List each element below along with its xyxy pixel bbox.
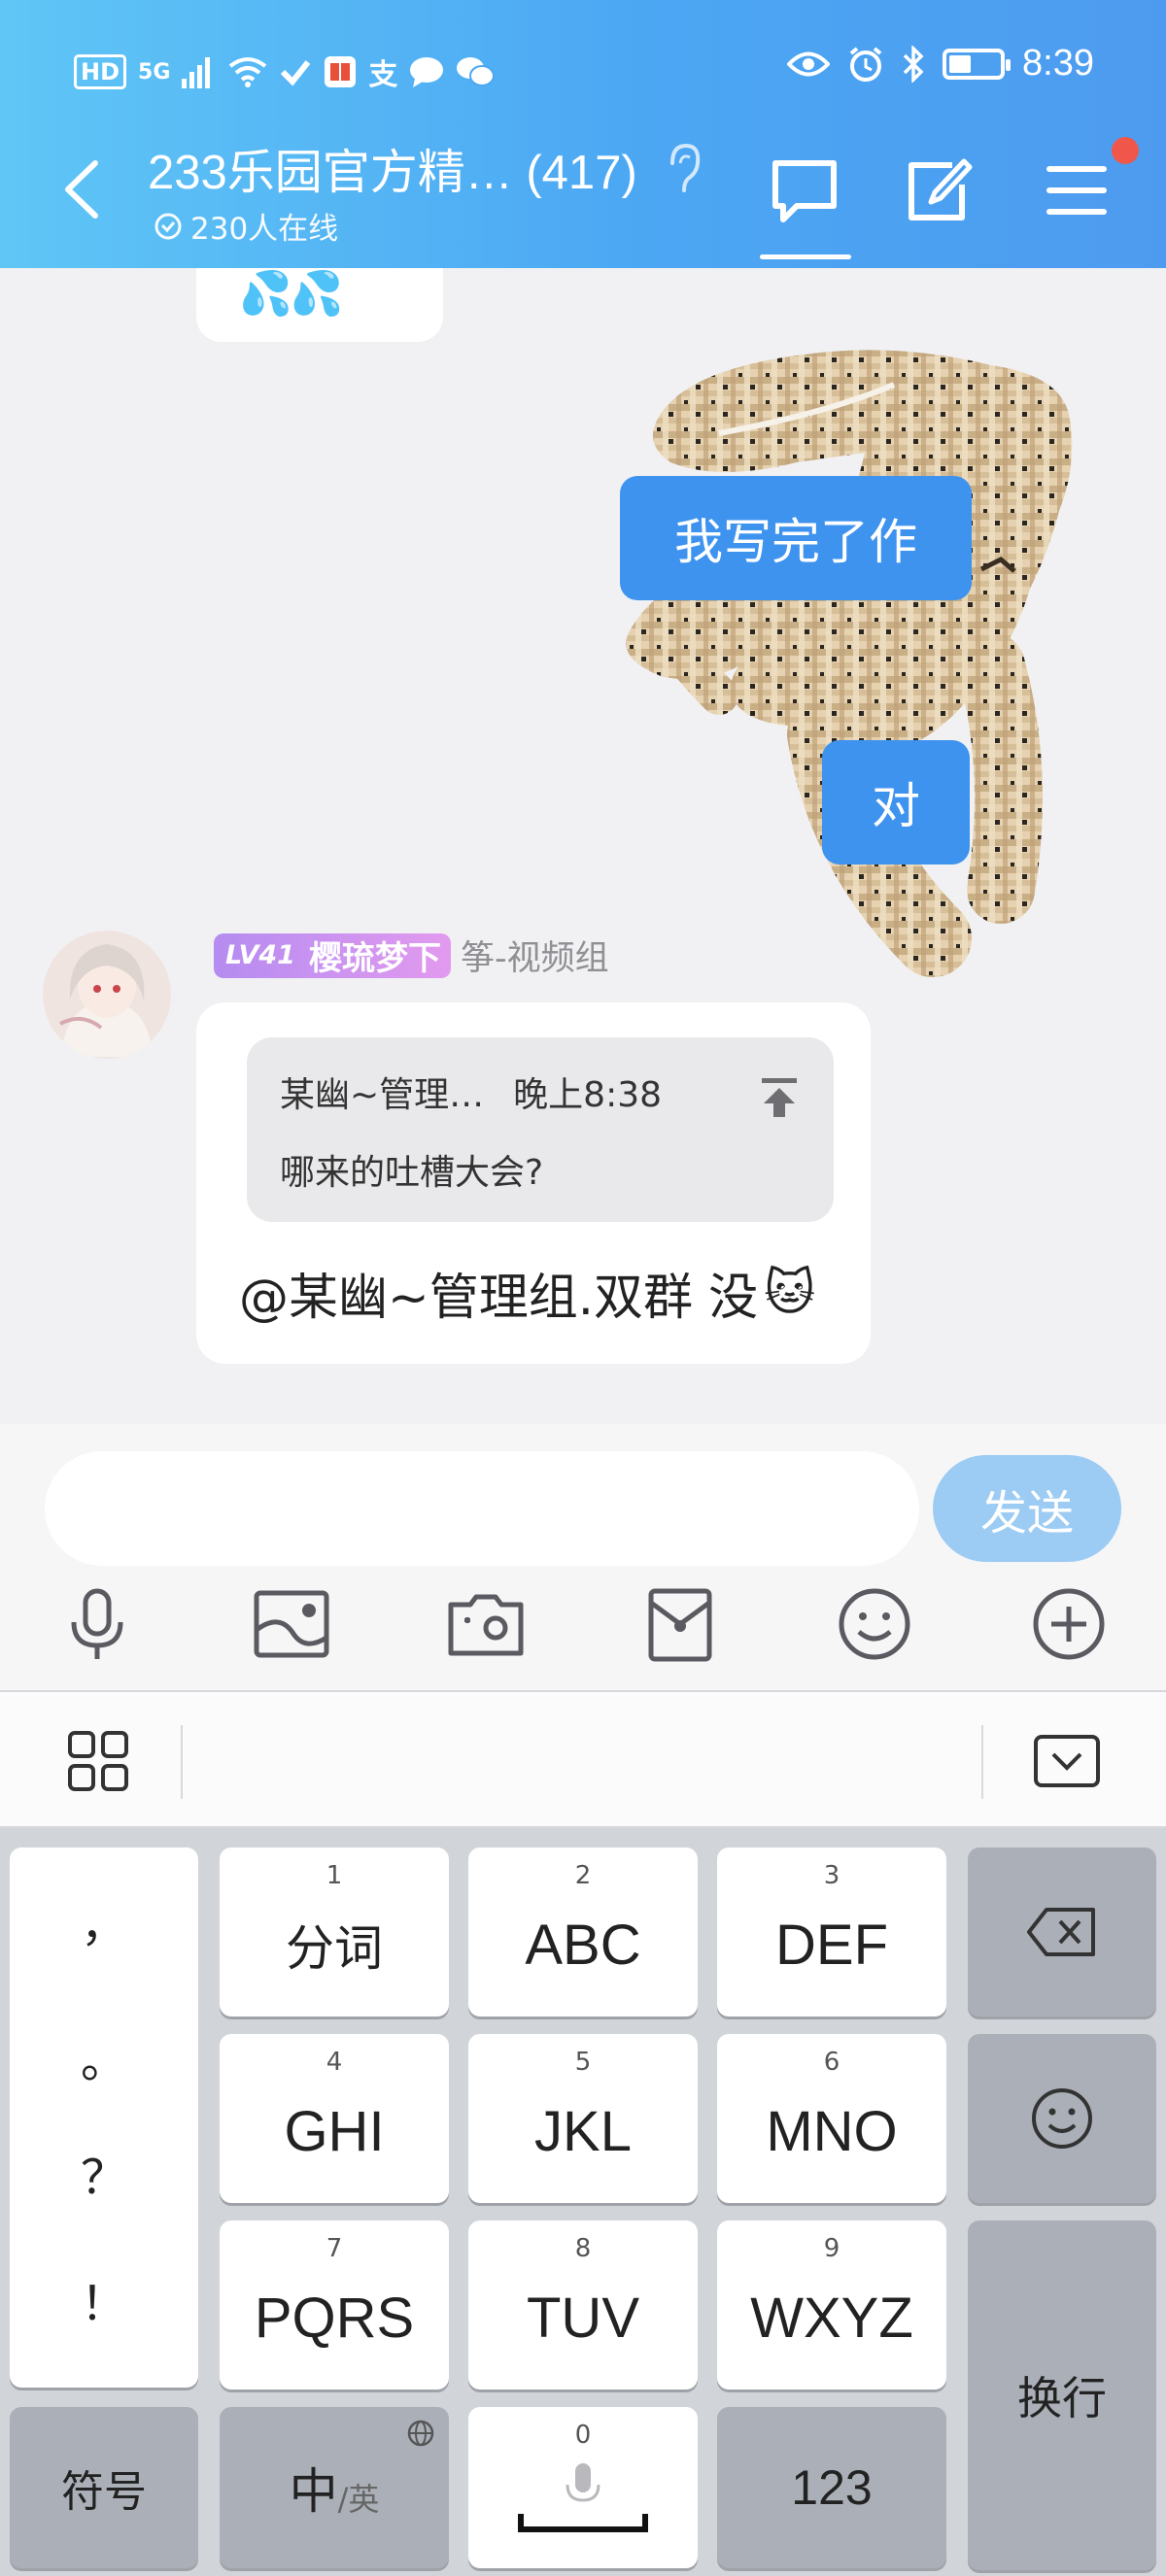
edit-icon[interactable] (904, 155, 974, 225)
more-plus-icon[interactable] (1028, 1583, 1110, 1665)
hd-badge: HD (74, 54, 127, 89)
ear-mode-icon[interactable] (665, 142, 703, 196)
status-bar: HD 5G 支 8:39 (0, 39, 1166, 107)
message-text: @某幽~管理组.双群 没 (239, 1270, 759, 1327)
exclamation-key[interactable]: ！ (10, 2265, 198, 2333)
level-text: LV41 (225, 940, 295, 970)
key-8[interactable]: 8 TUV (468, 2220, 698, 2390)
alarm-icon (849, 46, 882, 82)
key-4[interactable]: 4 GHI (220, 2034, 449, 2203)
sender-name[interactable]: 樱琉梦下 (309, 932, 441, 979)
emoji-icon[interactable] (834, 1583, 915, 1665)
quoted-message[interactable]: 某幽~管理… 晚上8:38 哪来的吐槽大会? (247, 1037, 834, 1222)
key-6[interactable]: 6 MNO (717, 2034, 946, 2203)
active-tab-indicator (760, 254, 851, 259)
wechat-icon (457, 57, 496, 86)
space-voice-icon (518, 2463, 648, 2532)
received-message-text: @某幽~管理组.双群 没 🐱 (239, 1257, 815, 1329)
chat-messages[interactable]: 💦💦 我写完了作 对 LV41 樱琉梦下 筝-视频组 某幽~管理… 晚上8:38… (0, 268, 1166, 1424)
question-key[interactable]: ？ (10, 2139, 198, 2207)
message-input[interactable] (45, 1451, 919, 1566)
language-switch-key[interactable]: 中/英 (220, 2407, 449, 2568)
back-button[interactable] (56, 155, 115, 223)
camera-icon[interactable] (445, 1583, 527, 1665)
key-1[interactable]: 1 分词 (220, 1847, 449, 2017)
menu-icon[interactable] (1042, 159, 1112, 221)
reader-app-icon (325, 56, 357, 87)
key-3[interactable]: 3 DEF (717, 1847, 946, 2017)
quote-author: 某幽~管理… (280, 1075, 485, 1115)
wifi-icon (229, 57, 267, 87)
cat-emoji: 🐱 (764, 1264, 816, 1322)
jump-to-top-icon[interactable] (756, 1074, 803, 1121)
my-message-bubble[interactable]: 我写完了作 (620, 476, 972, 600)
space-key[interactable]: 0 (468, 2407, 698, 2568)
hide-keyboard-icon[interactable] (1032, 1733, 1102, 1789)
clock: 8:39 (1022, 43, 1094, 84)
emoji-key[interactable] (968, 2034, 1156, 2203)
level-badge: LV41 樱琉梦下 (214, 932, 451, 979)
key-7[interactable]: 7 PQRS (220, 2220, 449, 2390)
voice-icon[interactable] (56, 1583, 138, 1665)
key-5[interactable]: 5 JKL (468, 2034, 698, 2203)
red-packet-icon[interactable] (639, 1583, 721, 1665)
notification-dot (1112, 137, 1139, 164)
chat-header: HD 5G 支 8:39 233乐园官方精… (417) 230人在线 (0, 0, 1166, 268)
enter-key[interactable]: 换行 (968, 2220, 1156, 2570)
signal-icon (182, 57, 211, 88)
eye-comfort-icon (787, 51, 831, 76)
keyboard-apps-grid-icon[interactable] (66, 1729, 130, 1793)
smiley-icon (1032, 2088, 1092, 2149)
input-bar: 发送 (0, 1424, 1166, 1690)
received-message-bubble[interactable]: 某幽~管理… 晚上8:38 哪来的吐槽大会? @某幽~管理组.双群 没 🐱 (196, 1002, 871, 1364)
alipay-icon: 支 (368, 58, 398, 92)
keyboard-toolbar (0, 1690, 1166, 1828)
bluetooth-icon (903, 45, 924, 83)
online-count: 230人在线 (154, 204, 338, 248)
quote-text: 哪来的吐槽大会? (280, 1153, 544, 1193)
numbers-key[interactable]: 123 (717, 2407, 946, 2568)
key-9[interactable]: 9 WXYZ (717, 2220, 946, 2390)
woven-hand-sticker[interactable] (602, 346, 1166, 1026)
chat-tab-icon[interactable] (770, 157, 840, 225)
app-notification-icon (281, 60, 311, 86)
previous-message-emoji: 💦💦 (239, 269, 344, 319)
image-icon[interactable] (251, 1583, 332, 1665)
sender-tag: 筝-视频组 (460, 939, 609, 978)
online-check-icon (154, 213, 182, 239)
key-2[interactable]: 2 ABC (468, 1847, 698, 2017)
backspace-key[interactable] (968, 1847, 1156, 2017)
message-app-icon (410, 57, 444, 87)
symbols-key[interactable]: 符号 (10, 2407, 198, 2568)
sender-info: LV41 樱琉梦下 筝-视频组 (214, 931, 609, 980)
group-title[interactable]: 233乐园官方精… (417) (148, 134, 637, 203)
sender-avatar[interactable] (43, 931, 171, 1059)
battery-icon (943, 48, 1012, 80)
punctuation-key[interactable]: ， 。 ？ ！ (10, 1847, 198, 2388)
network-type: 5G (138, 59, 171, 85)
backspace-icon (1027, 1908, 1095, 1956)
my-message-bubble[interactable]: 对 (822, 740, 970, 864)
period-key[interactable]: 。 (10, 2022, 198, 2090)
online-text: 230人在线 (190, 212, 339, 247)
t9-keyboard: ， 。 ？ ！ 1 分词 2 ABC 3 DEF 4 GHI 5 JKL 6 MNO 7 PQ… (0, 1828, 1166, 2576)
comma-key[interactable]: ， (10, 1886, 198, 1954)
send-button[interactable]: 发送 (933, 1455, 1121, 1562)
quote-time: 晚上8:38 (513, 1075, 663, 1115)
globe-icon (407, 2420, 434, 2447)
